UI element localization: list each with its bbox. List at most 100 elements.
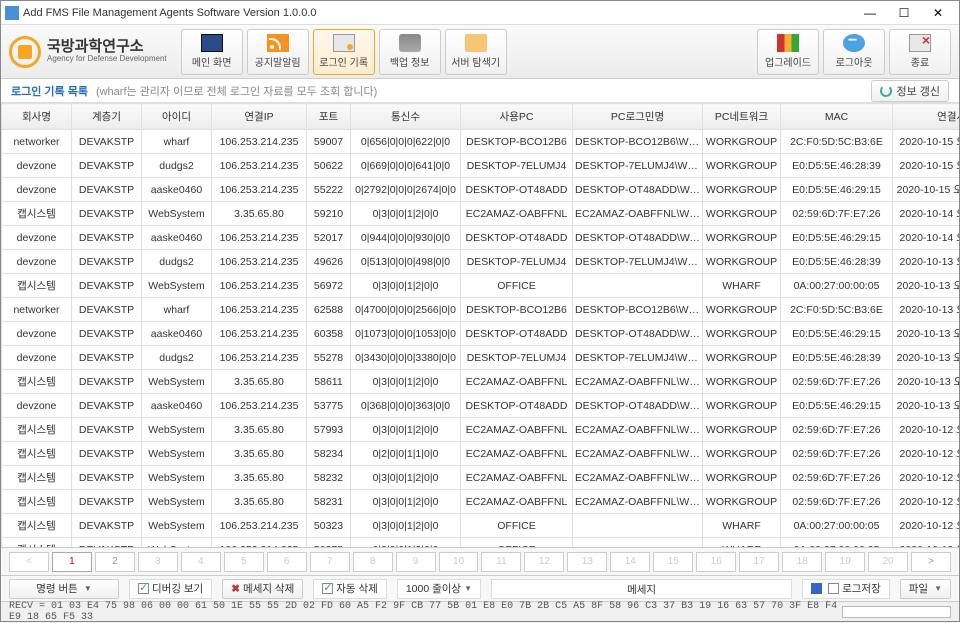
pager-page-13[interactable]: 13 <box>567 552 607 572</box>
table-row[interactable]: devzoneDEVAKSTPdudgs2106.253.214.2355062… <box>2 154 960 178</box>
pager-page-15[interactable]: 15 <box>653 552 693 572</box>
table-row[interactable]: 캡시스템DEVAKSTPWebSystem106.253.214.2355032… <box>2 514 960 538</box>
lines-threshold[interactable]: 1000 줄이상▼ <box>397 579 481 599</box>
table-row[interactable]: devzoneDEVAKSTPaaske0460106.253.214.2355… <box>2 178 960 202</box>
cell: 캡시스템 <box>2 490 72 514</box>
cell: DEVAKSTP <box>72 394 142 418</box>
pager-page-6[interactable]: 6 <box>267 552 307 572</box>
cell: E0:D5:5E:46:28:39 <box>781 154 893 178</box>
refresh-button[interactable]: 정보 갱신 <box>871 80 949 102</box>
show-debug-checkbox[interactable]: 디버깅 보기 <box>129 579 212 599</box>
pager-page-7[interactable]: 7 <box>310 552 350 572</box>
table-row[interactable]: devzoneDEVAKSTPaaske0460106.253.214.2355… <box>2 226 960 250</box>
cell: DESKTOP-BCO12B6\Wdev <box>573 130 703 154</box>
cell: 0|3|0|0|1|2|0|0 <box>351 490 461 514</box>
table-row[interactable]: devzoneDEVAKSTPdudgs2106.253.214.2355527… <box>2 346 960 370</box>
cell: 02:59:6D:7F:E7:26 <box>781 442 893 466</box>
auto-delete-checkbox[interactable]: 자동 삭제 <box>313 579 387 599</box>
cell: 106.253.214.235 <box>212 538 307 548</box>
table-row[interactable]: 캡시스템DEVAKSTPWebSystem3.35.65.80592100|3|… <box>2 202 960 226</box>
maximize-button[interactable]: ☐ <box>887 2 921 24</box>
cell: DEVAKSTP <box>72 298 142 322</box>
col-6[interactable]: 사용PC <box>461 104 573 130</box>
cell: 0|3|0|0|1|2|0|0 <box>351 370 461 394</box>
col-1[interactable]: 계층기 <box>72 104 142 130</box>
cell: 2020-10-12 오후 5:42:05 <box>893 538 960 548</box>
nav-logout-button[interactable]: 로그아웃 <box>823 29 885 75</box>
cell: 106.253.214.235 <box>212 226 307 250</box>
pager-page-14[interactable]: 14 <box>610 552 650 572</box>
pager-page-11[interactable]: 11 <box>481 552 521 572</box>
cell: WORKGROUP <box>703 226 781 250</box>
pager-page-16[interactable]: 16 <box>696 552 736 572</box>
col-2[interactable]: 아이디 <box>142 104 212 130</box>
minimize-button[interactable]: — <box>853 2 887 24</box>
pager-page-17[interactable]: 17 <box>739 552 779 572</box>
table-row[interactable]: devzoneDEVAKSTPdudgs2106.253.214.2354962… <box>2 250 960 274</box>
cell: 2020-10-13 오후 12:48:12 <box>893 346 960 370</box>
table-row[interactable]: 캡시스템DEVAKSTPWebSystem3.35.65.80582320|3|… <box>2 466 960 490</box>
table-row[interactable]: 캡시스템DEVAKSTPWebSystem106.253.214.2355697… <box>2 274 960 298</box>
save-log-checkbox[interactable]: 로그저장 <box>802 579 890 599</box>
grid-container[interactable]: 회사명계층기아이디연결IP포트통신수사용PCPC로그민명PC네트워크MAC연결시… <box>1 103 959 547</box>
command-button[interactable]: 명령 버튼▼ <box>9 579 119 599</box>
cell: WORKGROUP <box>703 202 781 226</box>
cell: DEVAKSTP <box>72 154 142 178</box>
pager-page-12[interactable]: 12 <box>524 552 564 572</box>
pager-page-20[interactable]: 20 <box>868 552 908 572</box>
nav-main-button[interactable]: 메인 화면 <box>181 29 243 75</box>
nav-login-button[interactable]: 로그인 기록 <box>313 29 375 75</box>
table-row[interactable]: devzoneDEVAKSTPaaske0460106.253.214.2355… <box>2 394 960 418</box>
table-row[interactable]: 캡시스템DEVAKSTPWebSystem106.253.214.2355027… <box>2 538 960 548</box>
table-row[interactable]: 캡시스템DEVAKSTPWebSystem3.35.65.80582340|2|… <box>2 442 960 466</box>
col-7[interactable]: PC로그민명 <box>573 104 703 130</box>
cell: WORKGROUP <box>703 322 781 346</box>
table-row[interactable]: 캡시스템DEVAKSTPWebSystem3.35.65.80579930|3|… <box>2 418 960 442</box>
pager-page-10[interactable]: 10 <box>439 552 479 572</box>
table-row[interactable]: networkerDEVAKSTPwharf106.253.214.235625… <box>2 298 960 322</box>
cell <box>573 514 703 538</box>
nav-notice-button[interactable]: 공지말알림 <box>247 29 309 75</box>
table-row[interactable]: devzoneDEVAKSTPaaske0460106.253.214.2356… <box>2 322 960 346</box>
col-4[interactable]: 포트 <box>307 104 351 130</box>
cell: DEVAKSTP <box>72 322 142 346</box>
cell: E0:D5:5E:46:29:15 <box>781 394 893 418</box>
pager-page-9[interactable]: 9 <box>396 552 436 572</box>
table-row[interactable]: 캡시스템DEVAKSTPWebSystem3.35.65.80586110|3|… <box>2 370 960 394</box>
close-button[interactable]: ✕ <box>921 2 955 24</box>
cell: DESKTOP-7ELUMJ4\WDe... <box>573 346 703 370</box>
chevron-down-icon: ▼ <box>934 584 942 593</box>
cell: 2020-10-12 오후 8:45:44 <box>893 442 960 466</box>
pager-page-8[interactable]: 8 <box>353 552 393 572</box>
nav-exit-button[interactable]: 종료 <box>889 29 951 75</box>
pager-page-5[interactable]: 5 <box>224 552 264 572</box>
col-3[interactable]: 연결IP <box>212 104 307 130</box>
pager-page-18[interactable]: 18 <box>782 552 822 572</box>
cell: EC2AMAZ-OABFFNL\WD... <box>573 370 703 394</box>
col-9[interactable]: MAC <box>781 104 893 130</box>
delete-message-button[interactable]: ✖메세지 삭제 <box>222 579 303 599</box>
table-row[interactable]: networkerDEVAKSTPwharf106.253.214.235590… <box>2 130 960 154</box>
col-8[interactable]: PC네트워크 <box>703 104 781 130</box>
file-button[interactable]: 파일▼ <box>900 579 951 599</box>
pager-page-1[interactable]: 1 <box>52 552 92 572</box>
pager-page-3[interactable]: 3 <box>138 552 178 572</box>
cell: 0|2|0|0|1|1|0|0 <box>351 442 461 466</box>
nav-backup-button[interactable]: 백업 정보 <box>379 29 441 75</box>
cell: DESKTOP-7ELUMJ4 <box>461 250 573 274</box>
col-0[interactable]: 회사명 <box>2 104 72 130</box>
pager-page-2[interactable]: 2 <box>95 552 135 572</box>
col-5[interactable]: 통신수 <box>351 104 461 130</box>
pager-next[interactable]: > <box>911 552 951 572</box>
cell: WORKGROUP <box>703 394 781 418</box>
pager-prev[interactable]: < <box>9 552 49 572</box>
pager-page-19[interactable]: 19 <box>825 552 865 572</box>
table-row[interactable]: 캡시스템DEVAKSTPWebSystem3.35.65.80582310|3|… <box>2 490 960 514</box>
cell: 49626 <box>307 250 351 274</box>
cell: DEVAKSTP <box>72 226 142 250</box>
pager-page-4[interactable]: 4 <box>181 552 221 572</box>
nav-server-button[interactable]: 서버 탐색기 <box>445 29 507 75</box>
col-10[interactable]: 연결시간 <box>893 104 960 130</box>
nav-upgrade-button[interactable]: 업그레이드 <box>757 29 819 75</box>
cell: 0|3|0|0|1|2|0|0 <box>351 418 461 442</box>
